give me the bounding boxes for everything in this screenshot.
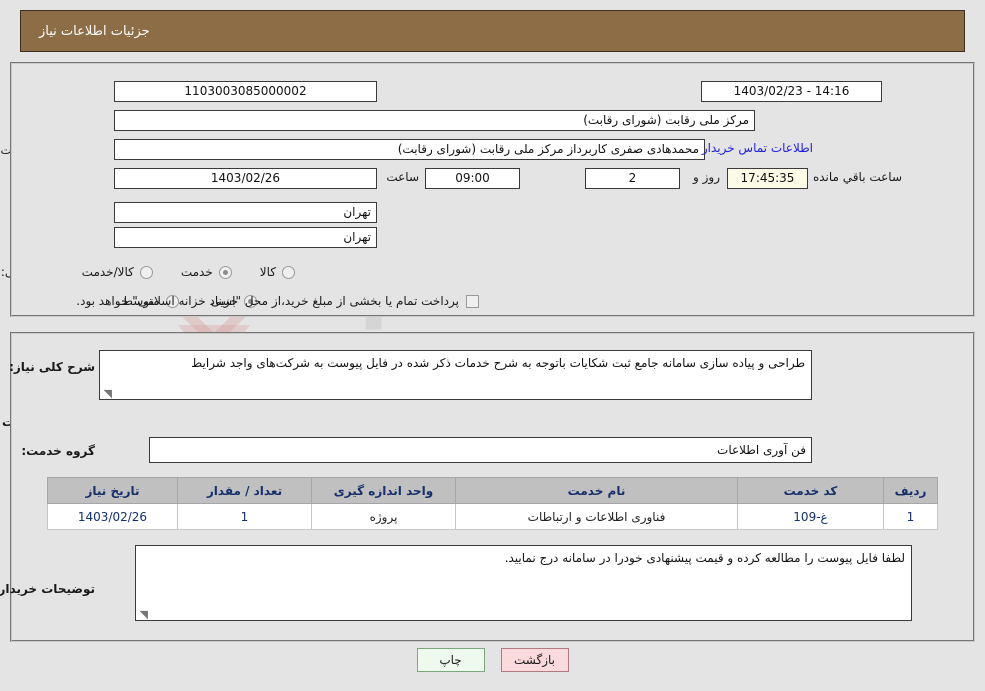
col-header-unit: واحد اندازه گیری: [311, 477, 456, 504]
resize-grip-icon[interactable]: ◥: [102, 388, 112, 399]
general-desc-label: شرح کلی نیاز:: [9, 360, 95, 374]
remaining-days-field: 2: [585, 168, 680, 189]
services-table: ردیف کد خدمت نام خدمت واحد اندازه گیری ت…: [47, 477, 938, 530]
radio-icon-khedmat[interactable]: [218, 265, 232, 279]
cell-need-date: 1403/02/26: [47, 503, 178, 530]
col-header-service-name: نام خدمت: [455, 477, 738, 504]
category-option-label-0: کالا: [259, 265, 276, 279]
remaining-days-text: روز و: [693, 170, 720, 184]
treasury-checkbox-row[interactable]: پرداخت تمام یا بخشی از مبلغ خرید،از محل …: [76, 290, 479, 312]
cell-service-name: فناوری اطلاعات و ارتباطات: [455, 503, 738, 530]
col-header-service-code: کد خدمت: [737, 477, 884, 504]
cell-row-number: 1: [883, 503, 938, 530]
category-radio-kala-khedmat[interactable]: کالا/خدمت: [82, 265, 153, 279]
cell-quantity: 1: [177, 503, 312, 530]
table-row[interactable]: 1 غ-109 فناوری اطلاعات و ارتباطات پروژه …: [47, 503, 938, 530]
col-header-row-number: ردیف: [883, 477, 938, 504]
deadline-time-label: ساعت: [386, 170, 419, 184]
category-radio-kala[interactable]: کالا: [260, 265, 295, 279]
resize-grip-icon-notes[interactable]: ◥: [138, 609, 148, 620]
general-desc-textarea[interactable]: طراحی و پیاده سازی سامانه جامع ثبت شکایا…: [99, 350, 812, 400]
announce-datetime-field[interactable]: 14:16 - 1403/02/23: [701, 81, 882, 102]
page-title: جزئیات اطلاعات نیاز: [39, 23, 150, 39]
buyer-notes-textarea[interactable]: لطفا فایل پیوست را مطالعه کرده و قیمت پی…: [135, 545, 912, 621]
page-header: جزئیات اطلاعات نیاز: [20, 10, 965, 52]
province-field[interactable]: تهران: [114, 202, 377, 223]
category-radio-group: کالا خدمت کالا/خدمت: [82, 261, 295, 283]
requester-field[interactable]: محمدهادی صفری کاربرداز مرکز ملی رقابت (ش…: [114, 139, 705, 160]
deadline-time-field[interactable]: 09:00: [425, 168, 520, 189]
services-table-wrapper: ردیف کد خدمت نام خدمت واحد اندازه گیری ت…: [47, 477, 938, 530]
category-option-label-1: خدمت: [180, 265, 213, 279]
need-number-field[interactable]: 1103003085000002: [114, 81, 377, 102]
service-group-field[interactable]: فن آوری اطلاعات: [149, 437, 812, 463]
service-group-label: گروه خدمت:: [21, 444, 95, 458]
checkbox-icon-treasury[interactable]: [466, 294, 479, 308]
treasury-checkbox-label: پرداخت تمام یا بخشی از مبلغ خرید،از محل …: [76, 294, 459, 308]
action-button-bar: بازگشت چاپ: [0, 648, 985, 672]
buyer-org-field[interactable]: مرکز ملی رقابت (شورای رقابت): [114, 110, 755, 131]
cell-unit: پروژه: [311, 503, 456, 530]
buyer-contact-link[interactable]: اطلاعات تماس خریدار: [702, 141, 813, 155]
radio-icon-kala-khedmat[interactable]: [139, 265, 153, 279]
deadline-date-field[interactable]: 1403/02/26: [114, 168, 377, 189]
col-header-need-date: تاریخ نیاز: [47, 477, 178, 504]
city-field[interactable]: تهران: [114, 227, 377, 248]
countdown-timer-field: 17:45:35: [727, 168, 808, 189]
general-desc-value: طراحی و پیاده سازی سامانه جامع ثبت شکایا…: [191, 356, 805, 370]
buyer-notes-label: توضیحات خریدار:: [0, 582, 95, 596]
print-button[interactable]: چاپ: [416, 648, 485, 672]
col-header-quantity: تعداد / مقدار: [177, 477, 312, 504]
radio-icon-kala[interactable]: [282, 265, 295, 279]
back-button[interactable]: بازگشت: [500, 648, 569, 672]
category-option-label-2: کالا/خدمت: [81, 265, 134, 279]
cell-service-code: غ-109: [737, 503, 884, 530]
buyer-notes-value: لطفا فایل پیوست را مطالعه کرده و قیمت پی…: [504, 551, 905, 565]
table-header-row: ردیف کد خدمت نام خدمت واحد اندازه گیری ت…: [47, 477, 938, 504]
countdown-timer-text: ساعت باقي مانده: [812, 170, 902, 184]
category-radio-khedmat[interactable]: خدمت: [181, 265, 232, 279]
